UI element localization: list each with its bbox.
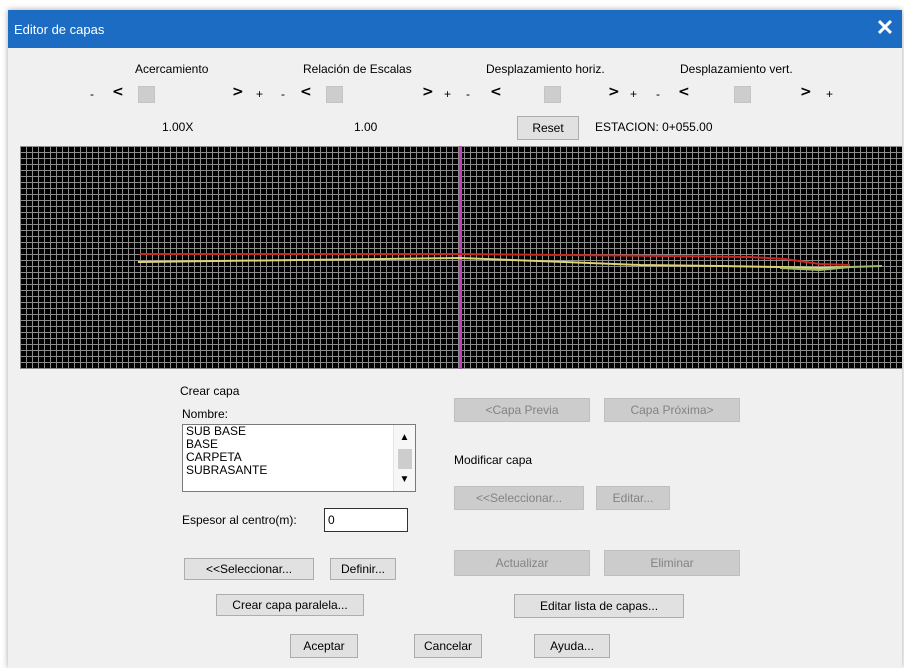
hshift-plus-button[interactable]: +: [630, 87, 637, 101]
scale-left-arrow-icon[interactable]: <: [300, 84, 312, 100]
previous-layer-button[interactable]: <Capa Previa: [454, 398, 590, 422]
define-button[interactable]: Definir...: [330, 558, 396, 580]
zoom-slider-thumb[interactable]: [138, 86, 155, 103]
scale-right-arrow-icon[interactable]: >: [422, 84, 434, 100]
cancel-button[interactable]: Cancelar: [414, 634, 482, 658]
zoom-left-arrow-icon[interactable]: <: [112, 84, 124, 100]
vshift-plus-button[interactable]: +: [826, 87, 833, 101]
create-layer-heading: Crear capa: [180, 384, 240, 398]
scrollbar-thumb[interactable]: [398, 449, 412, 469]
scroll-up-icon[interactable]: ▲: [394, 431, 415, 445]
update-button[interactable]: Actualizar: [454, 550, 590, 576]
name-label: Nombre:: [182, 407, 229, 421]
layer-line-middle: [137, 256, 851, 270]
zoom-value: 1.00X: [162, 120, 194, 134]
create-parallel-layer-button[interactable]: Crear capa paralela...: [216, 594, 364, 616]
zoom-minus-button[interactable]: -: [90, 87, 94, 101]
hshift-right-arrow-icon[interactable]: >: [608, 84, 620, 100]
title-bar[interactable]: Editor de capas ✕: [8, 10, 902, 48]
delete-button[interactable]: Eliminar: [604, 550, 740, 576]
window-title: Editor de capas: [14, 22, 105, 37]
layer-editor-dialog: Editor de capas ✕ Acercamiento Relación …: [8, 10, 902, 668]
center-thickness-label: Espesor al centro(m):: [182, 513, 297, 527]
scale-slider-thumb[interactable]: [326, 86, 343, 103]
reset-button[interactable]: Reset: [517, 116, 579, 140]
modify-select-button[interactable]: <<Seleccionar...: [454, 486, 584, 510]
horizontal-shift-label: Desplazamiento horiz.: [486, 62, 605, 76]
center-thickness-input[interactable]: [324, 508, 408, 532]
close-button[interactable]: ✕: [868, 10, 902, 48]
vshift-minus-button[interactable]: -: [656, 87, 660, 101]
hshift-minus-button[interactable]: -: [466, 87, 470, 101]
profile-canvas[interactable]: [20, 146, 902, 369]
zoom-right-arrow-icon[interactable]: >: [232, 84, 244, 100]
layer-list-item[interactable]: SUBRASANTE: [183, 464, 415, 477]
edit-button[interactable]: Editar...: [596, 486, 670, 510]
zoom-plus-button[interactable]: +: [256, 87, 263, 101]
listbox-scrollbar[interactable]: ▲ ▼: [393, 425, 415, 491]
vshift-right-arrow-icon[interactable]: >: [800, 84, 812, 100]
scroll-down-icon[interactable]: ▼: [394, 473, 415, 487]
station-readout: ESTACION: 0+055.00: [595, 120, 713, 134]
layer-profile-drawing: [137, 146, 883, 369]
layer-name-listbox[interactable]: SUB BASE BASE CARPETA SUBRASANTE ▲ ▼: [182, 424, 416, 492]
hshift-left-arrow-icon[interactable]: <: [490, 84, 502, 100]
scale-ratio-label: Relación de Escalas: [303, 62, 412, 76]
vshift-left-arrow-icon[interactable]: <: [678, 84, 690, 100]
help-button[interactable]: Ayuda...: [534, 634, 610, 658]
edit-layer-list-button[interactable]: Editar lista de capas...: [514, 594, 684, 618]
vshift-slider-thumb[interactable]: [734, 86, 751, 103]
next-layer-button[interactable]: Capa Próxima>: [604, 398, 740, 422]
scale-ratio-value: 1.00: [354, 120, 378, 134]
scale-minus-button[interactable]: -: [281, 87, 285, 101]
scale-plus-button[interactable]: +: [444, 87, 451, 101]
hshift-slider-thumb[interactable]: [544, 86, 561, 103]
zoom-label: Acercamiento: [135, 62, 209, 76]
vertical-shift-label: Desplazamiento vert.: [680, 62, 793, 76]
modify-layer-heading: Modificar capa: [454, 453, 533, 467]
create-select-button[interactable]: <<Seleccionar...: [184, 558, 314, 580]
accept-button[interactable]: Aceptar: [290, 634, 358, 658]
